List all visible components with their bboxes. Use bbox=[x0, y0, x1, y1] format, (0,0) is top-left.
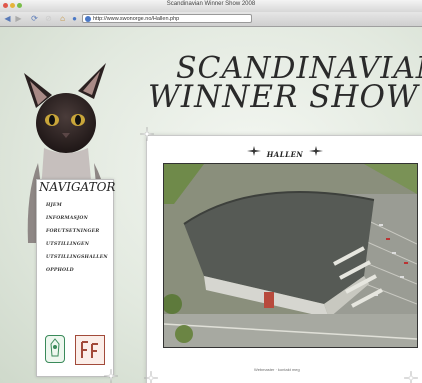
home-icon[interactable]: ⌂ bbox=[58, 14, 67, 23]
address-text: http://www.swonorge.no/Hallen.php bbox=[93, 16, 180, 22]
nav-item-hjem[interactable]: HJEM bbox=[46, 199, 108, 212]
content-panel: HALLEN bbox=[146, 135, 422, 383]
sparkle-icon bbox=[104, 369, 118, 383]
fife-logo-icon[interactable] bbox=[75, 335, 105, 365]
page-heading: HALLEN bbox=[266, 150, 304, 159]
nav-item-informasjon[interactable]: INFORMASJON bbox=[46, 212, 108, 225]
hall-aerial-photo bbox=[163, 163, 418, 348]
site-title-main: WINNER SHOW bbox=[148, 79, 419, 115]
sparkle-icon bbox=[140, 127, 154, 141]
reload-icon[interactable]: ⟳ bbox=[30, 14, 39, 23]
forward-icon[interactable]: ▶ bbox=[14, 14, 23, 23]
nav-item-utstillingshallen[interactable]: UTSTILLINGSHALLEN bbox=[46, 251, 108, 264]
nav-item-opphold[interactable]: OPPHOLD bbox=[46, 264, 108, 277]
club-logo-icon[interactable] bbox=[45, 335, 65, 363]
sparkle-icon bbox=[404, 371, 418, 383]
navigator-menu: HJEM INFORMASJON FORUTSETNINGER UTSTILLI… bbox=[46, 199, 108, 277]
address-bar[interactable]: http://www.swonorge.no/Hallen.php bbox=[82, 14, 252, 23]
nav-item-forutsetninger[interactable]: FORUTSETNINGER bbox=[46, 225, 108, 238]
sparkle-icon bbox=[309, 146, 323, 156]
browser-toolbar: ◀ ▶ ⟳ ⊘ ⌂ ● http://www.swonorge.no/Halle… bbox=[0, 12, 422, 27]
navigator-panel: NAVIGATOR HJEM INFORMASJON FORUTSETNINGE… bbox=[36, 179, 116, 377]
nav-item-utstillingen[interactable]: UTSTILLINGEN bbox=[46, 238, 108, 251]
stop-icon[interactable]: ⊘ bbox=[44, 14, 53, 23]
site-icon bbox=[85, 16, 91, 22]
globe-icon: ● bbox=[72, 14, 77, 23]
sparkle-icon bbox=[144, 371, 158, 383]
site-title-line2: WINNER SHOW 2008 bbox=[148, 79, 422, 115]
browser-window: Scandinavian Winner Show 2008 ◀ ▶ ⟳ ⊘ ⌂ … bbox=[0, 0, 422, 383]
navigator-title: NAVIGATOR bbox=[39, 180, 116, 194]
back-icon[interactable]: ◀ bbox=[3, 14, 12, 23]
page-footer[interactable]: Webmaster · kontakt meg bbox=[254, 367, 300, 372]
window-title: Scandinavian Winner Show 2008 bbox=[166, 1, 256, 7]
web-page: SCANDINAVIAN WINNER SHOW 2008 HALLEN bbox=[0, 27, 422, 383]
